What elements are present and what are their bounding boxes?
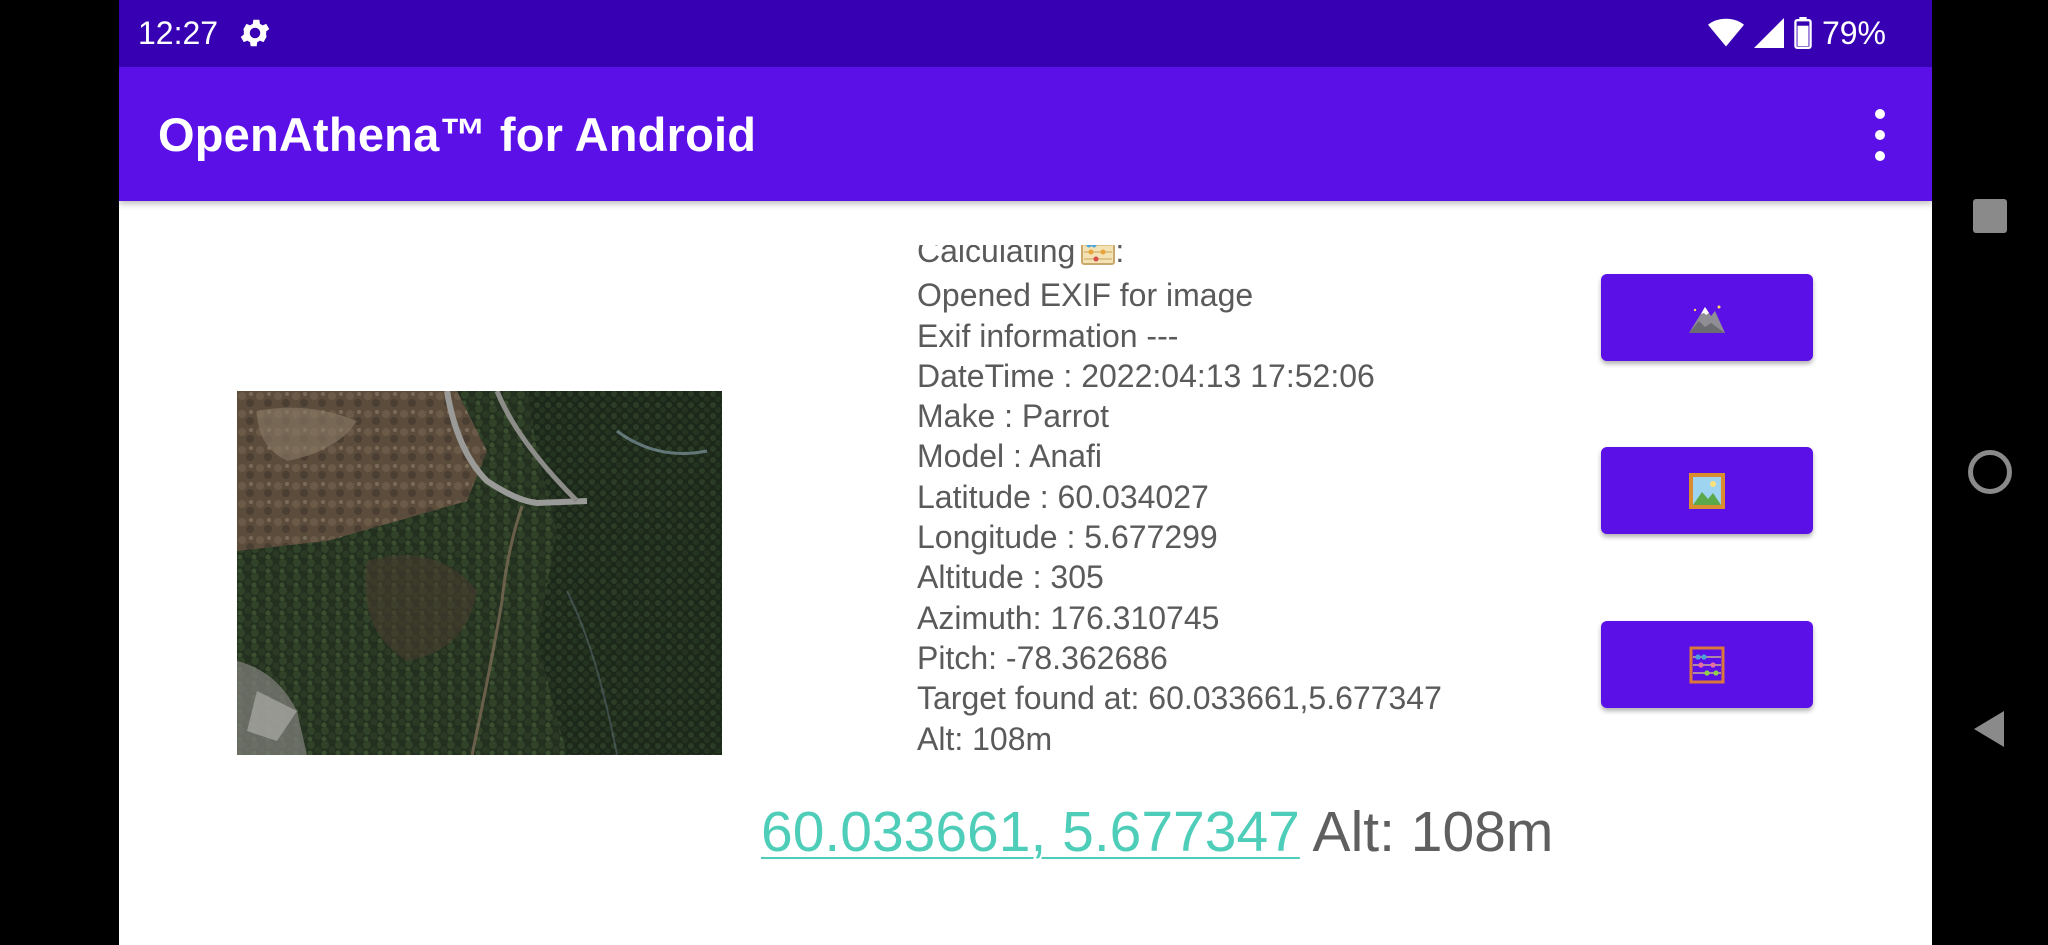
status-bar: 12:27 79% (119, 0, 1932, 67)
calculate-button[interactable] (1601, 621, 1813, 708)
app-screen: 12:27 79% OpenAthena™ for Android Calcul… (119, 0, 1932, 945)
recents-square-icon[interactable] (1950, 176, 2030, 256)
cell-signal-icon (1753, 18, 1784, 48)
log-line: Pitch: -78.362686 (917, 639, 1168, 676)
target-coordinates-link[interactable]: 60.033661, 5.677347 (761, 800, 1300, 864)
app-bar: OpenAthena™ for Android (119, 67, 1932, 201)
log-calculating-suffix: : (1115, 245, 1125, 269)
mountain-icon (1689, 305, 1725, 333)
select-image-button[interactable] (1601, 447, 1813, 534)
aerial-drone-photo (237, 391, 722, 755)
app-title: OpenAthena™ for Android (158, 108, 757, 161)
log-lines: Calculating : Opened EXIF for image Exif… (917, 245, 1442, 759)
log-line: Make : Parrot (917, 398, 1110, 435)
system-nav-bar (1932, 0, 2048, 945)
settings-gear-icon (240, 19, 270, 47)
log-line: Longitude : 5.677299 (917, 519, 1218, 556)
left-screen-edge (0, 0, 119, 945)
status-time: 12:27 (138, 15, 219, 51)
log-line: Opened EXIF for image (917, 277, 1254, 314)
more-vert-icon[interactable] (1868, 109, 1892, 161)
log-line: Azimuth: 176.310745 (917, 599, 1220, 636)
log-line: Exif information --- (917, 317, 1179, 354)
status-indicators: 79% (1707, 12, 1886, 54)
target-altitude: Alt: 108m (1299, 800, 1554, 864)
wifi-icon (1707, 18, 1744, 47)
abacus-icon (1081, 245, 1116, 275)
home-circle-icon[interactable] (1950, 432, 2030, 512)
log-line: Model : Anafi (917, 438, 1102, 475)
log-line: Target found at: 60.033661,5.677347 (917, 680, 1442, 717)
back-triangle-icon[interactable] (1950, 689, 2030, 769)
log-line: Alt: 108m (917, 720, 1053, 757)
abacus-icon (1689, 646, 1725, 683)
battery-percent: 79% (1821, 15, 1886, 51)
log-line: Latitude : 60.034027 (917, 478, 1209, 515)
log-line: DateTime : 2022:04:13 17:52:06 (917, 357, 1375, 394)
framed-picture-icon (1689, 472, 1725, 509)
log-line: Altitude : 305 (917, 559, 1104, 596)
log-calculating-line: Calculating : (917, 245, 1442, 275)
result-line: 60.033661, 5.677347 Alt: 108m (761, 797, 1553, 867)
log-calculating-label: Calculating (917, 245, 1076, 269)
calculation-log: Calculating : Opened EXIF for image Exif… (917, 245, 1537, 767)
select-dem-button[interactable] (1601, 274, 1813, 361)
battery-icon (1794, 17, 1812, 49)
